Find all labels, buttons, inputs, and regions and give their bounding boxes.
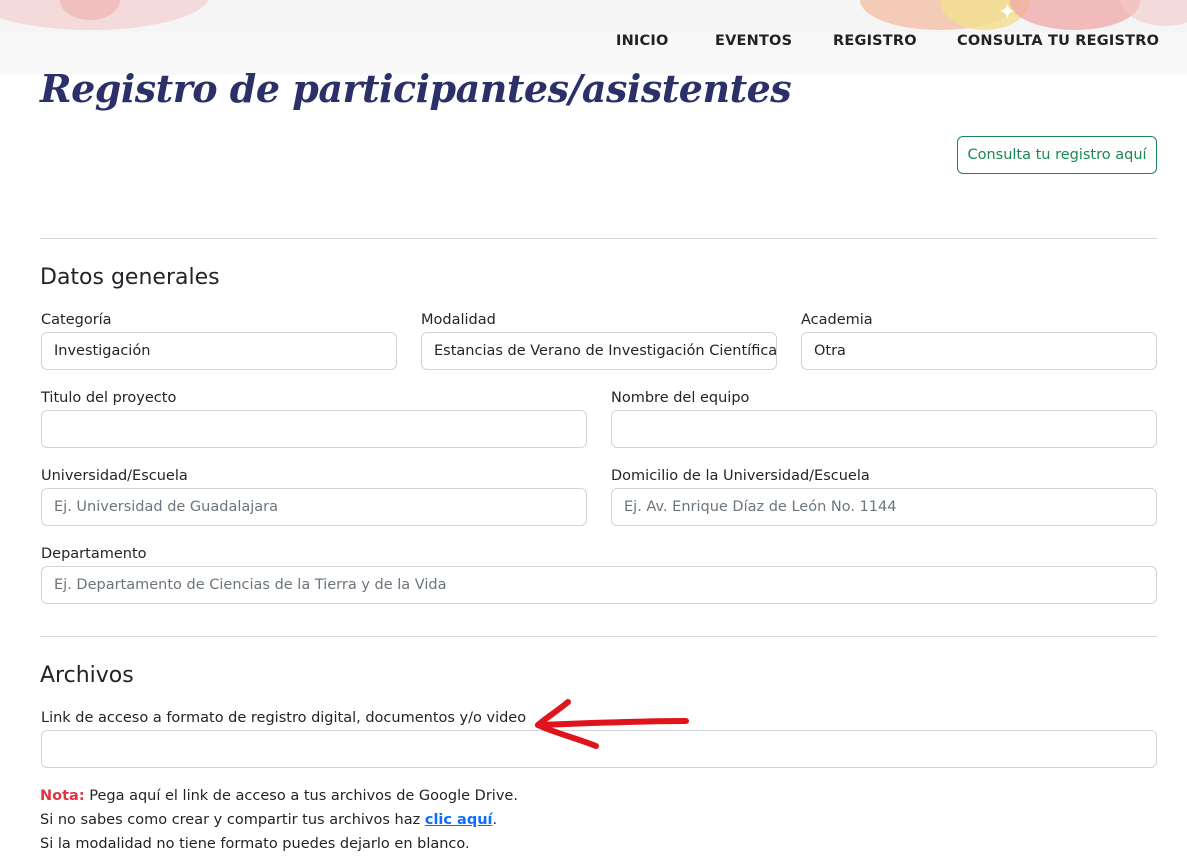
section-divider bbox=[40, 636, 1157, 637]
modalidad-select[interactable]: Estancias de Verano de Investigación Cie… bbox=[421, 332, 777, 370]
section-title-datos-generales: Datos generales bbox=[40, 265, 220, 290]
nota-text: Pega aquí el link de acceso a tus archiv… bbox=[84, 788, 518, 804]
nota-prefix: Nota: bbox=[40, 788, 85, 804]
nota-line-2: Si no sabes como crear y compartir tus a… bbox=[40, 812, 497, 828]
section-divider bbox=[40, 238, 1157, 239]
sparkle-icon: ✦ bbox=[998, 0, 1017, 25]
nota-line-1: Nota: Pega aquí el link de acceso a tus … bbox=[40, 788, 518, 804]
page-title: Registro de participantes/asistentes bbox=[40, 66, 792, 111]
universidad-label: Universidad/Escuela bbox=[41, 468, 188, 484]
clic-aqui-link[interactable]: clic aquí bbox=[425, 812, 493, 828]
nombre-equipo-input[interactable] bbox=[611, 410, 1157, 448]
categoria-label: Categoría bbox=[41, 312, 112, 328]
nav-item-consulta[interactable]: CONSULTA TU REGISTRO bbox=[957, 33, 1159, 49]
nav-item-registro[interactable]: REGISTRO bbox=[833, 33, 917, 49]
nav-item-eventos[interactable]: EVENTOS bbox=[715, 33, 792, 49]
academia-label: Academia bbox=[801, 312, 873, 328]
modalidad-label: Modalidad bbox=[421, 312, 496, 328]
domicilio-label: Domicilio de la Universidad/Escuela bbox=[611, 468, 870, 484]
header-banner: ✦ bbox=[0, 0, 1187, 32]
nota-line-3: Si la modalidad no tiene formato puedes … bbox=[40, 836, 470, 852]
categoria-select[interactable]: Investigación bbox=[41, 332, 397, 370]
titulo-proyecto-input[interactable] bbox=[41, 410, 587, 448]
academia-select[interactable]: Otra bbox=[801, 332, 1157, 370]
departamento-label: Departamento bbox=[41, 546, 147, 562]
link-archivos-label: Link de acceso a formato de registro dig… bbox=[41, 710, 527, 726]
universidad-input[interactable]: Ej. Universidad de Guadalajara bbox=[41, 488, 587, 526]
nota-text: Si no sabes como crear y compartir tus a… bbox=[40, 812, 425, 828]
departamento-input[interactable]: Ej. Departamento de Ciencias de la Tierr… bbox=[41, 566, 1157, 604]
nota-text: . bbox=[492, 812, 498, 828]
nombre-equipo-label: Nombre del equipo bbox=[611, 390, 750, 406]
titulo-proyecto-label: Titulo del proyecto bbox=[41, 390, 177, 406]
red-arrow-icon bbox=[535, 699, 689, 749]
consulta-registro-button[interactable]: Consulta tu registro aquí bbox=[957, 136, 1157, 174]
nav-item-inicio[interactable]: INICIO bbox=[616, 33, 669, 49]
banner-decoration bbox=[1120, 0, 1187, 26]
domicilio-input[interactable]: Ej. Av. Enrique Díaz de León No. 1144 bbox=[611, 488, 1157, 526]
section-title-archivos: Archivos bbox=[40, 663, 134, 688]
